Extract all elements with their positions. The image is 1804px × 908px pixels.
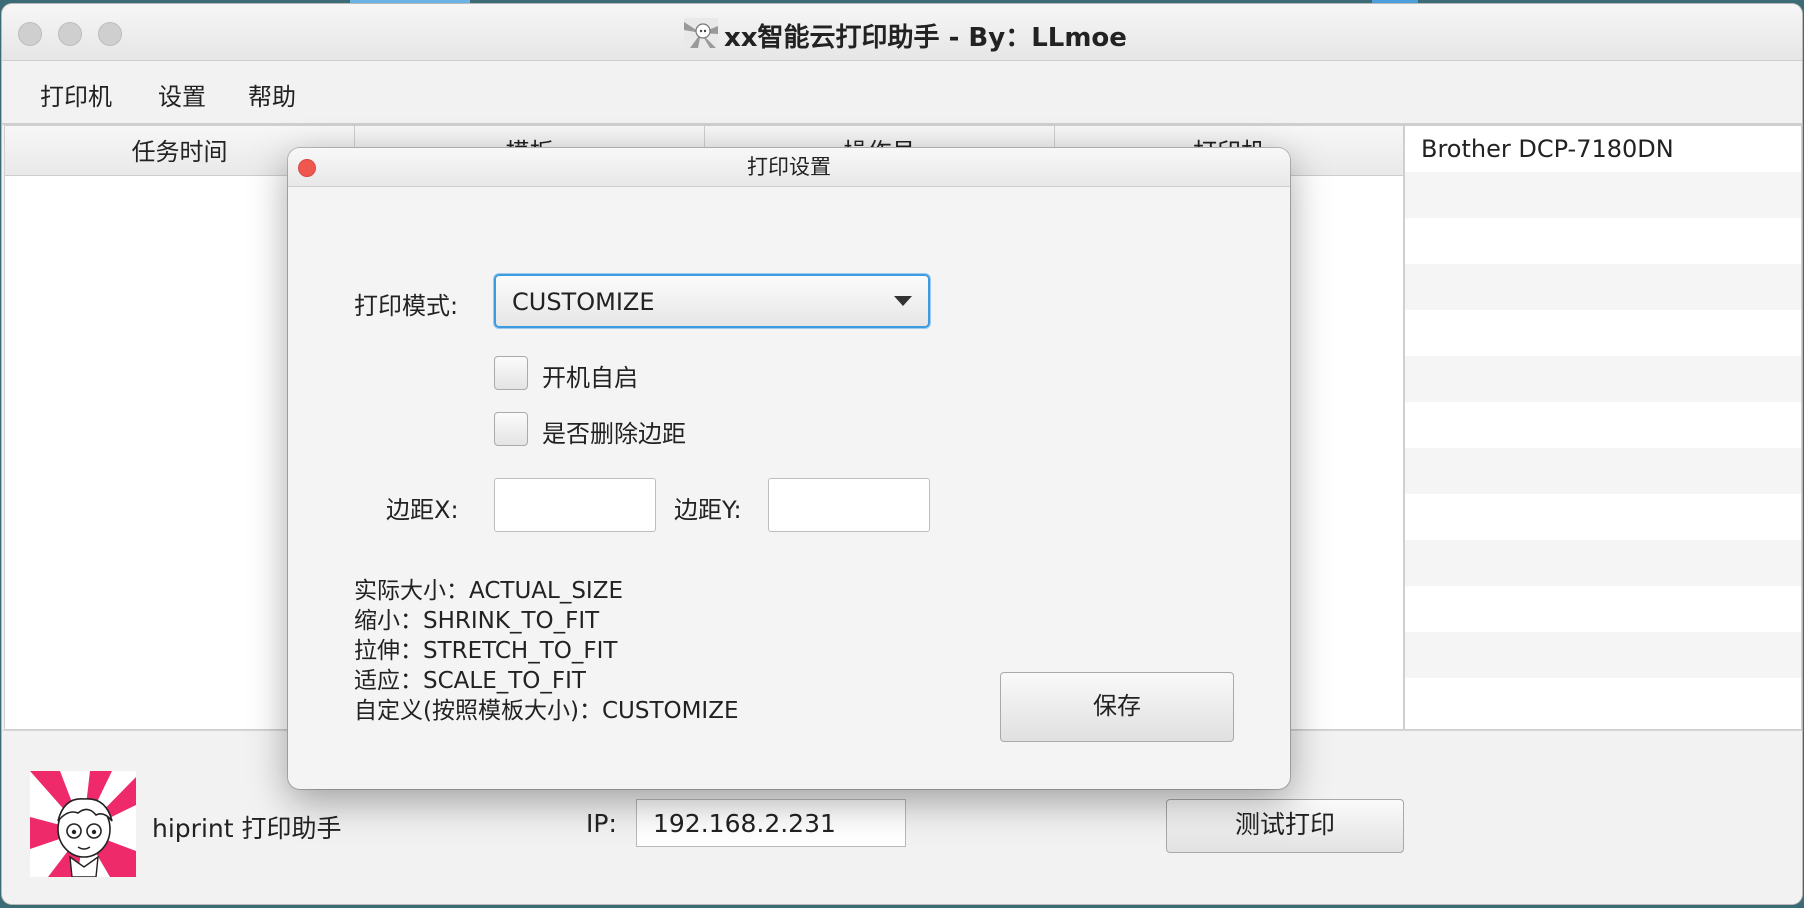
test-print-button[interactable]: 测试打印 — [1166, 799, 1404, 853]
printer-list-empty-row — [1405, 402, 1801, 448]
printer-list: Brother DCP-7180DN — [1404, 125, 1802, 730]
printer-list-item[interactable]: Brother DCP-7180DN — [1405, 126, 1801, 172]
menu-settings[interactable]: 设置 — [158, 77, 206, 112]
chevron-down-icon — [894, 296, 912, 306]
app-logo-icon — [684, 18, 718, 48]
ip-label: IP: — [586, 809, 617, 838]
printer-list-empty-row — [1405, 448, 1801, 494]
printer-list-empty-row — [1405, 494, 1801, 540]
printer-list-empty-row — [1405, 310, 1801, 356]
legend-line: 实际大小：ACTUAL_SIZE — [354, 578, 623, 604]
remove-margin-label[interactable]: 是否删除边距 — [542, 414, 686, 449]
menu-printer[interactable]: 打印机 — [40, 77, 112, 112]
dialog-title-bar: 打印设置 — [288, 148, 1290, 187]
printer-list-empty-row — [1405, 172, 1801, 218]
mascot-avatar-icon — [30, 771, 136, 877]
print-mode-value: CUSTOMIZE — [512, 288, 655, 316]
window-title: xx智能云打印助手 - By：LLmoe — [724, 23, 1127, 53]
remove-margin-checkbox[interactable] — [494, 412, 528, 446]
margin-x-label: 边距X: — [386, 496, 459, 524]
printer-list-empty-row — [1405, 586, 1801, 632]
printer-list-empty-row — [1405, 264, 1801, 310]
print-settings-dialog: 打印设置 打印模式: CUSTOMIZE 开机自启 是否删除边距 边距X: 边距… — [288, 148, 1290, 789]
print-mode-select[interactable]: CUSTOMIZE — [494, 274, 930, 328]
autostart-label[interactable]: 开机自启 — [542, 358, 638, 393]
printer-list-empty-row — [1405, 678, 1801, 724]
print-mode-label: 打印模式: — [354, 292, 459, 320]
margin-x-input[interactable] — [494, 478, 656, 532]
legend-line: 适应：SCALE_TO_FIT — [354, 668, 586, 694]
ip-input[interactable] — [636, 799, 906, 847]
printer-list-empty-row — [1405, 632, 1801, 678]
title-bar: xx智能云打印助手 - By：LLmoe — [2, 4, 1802, 61]
print-mode-legend: 实际大小：ACTUAL_SIZE 缩小：SHRINK_TO_FIT 拉伸：STR… — [354, 576, 739, 726]
autostart-checkbox[interactable] — [494, 356, 528, 390]
app-name-label: hiprint 打印助手 — [152, 814, 342, 843]
dialog-close-button[interactable] — [298, 159, 316, 177]
legend-line: 缩小：SHRINK_TO_FIT — [354, 608, 600, 634]
margin-y-input[interactable] — [768, 478, 930, 532]
legend-line: 自定义(按照模板大小)：CUSTOMIZE — [354, 698, 739, 724]
legend-line: 拉伸：STRETCH_TO_FIT — [354, 638, 618, 664]
printer-list-empty-row — [1405, 218, 1801, 264]
zoom-window-button[interactable] — [98, 22, 122, 46]
close-window-button[interactable] — [18, 22, 42, 46]
dialog-title: 打印设置 — [747, 155, 831, 179]
menu-bar: 打印机 设置 帮助 — [2, 61, 1802, 125]
printer-list-empty-row — [1405, 540, 1801, 586]
menu-help[interactable]: 帮助 — [248, 77, 296, 112]
margin-y-label: 边距Y: — [674, 496, 742, 524]
save-button[interactable]: 保存 — [1000, 672, 1234, 742]
printer-list-empty-row — [1405, 356, 1801, 402]
minimize-window-button[interactable] — [58, 22, 82, 46]
